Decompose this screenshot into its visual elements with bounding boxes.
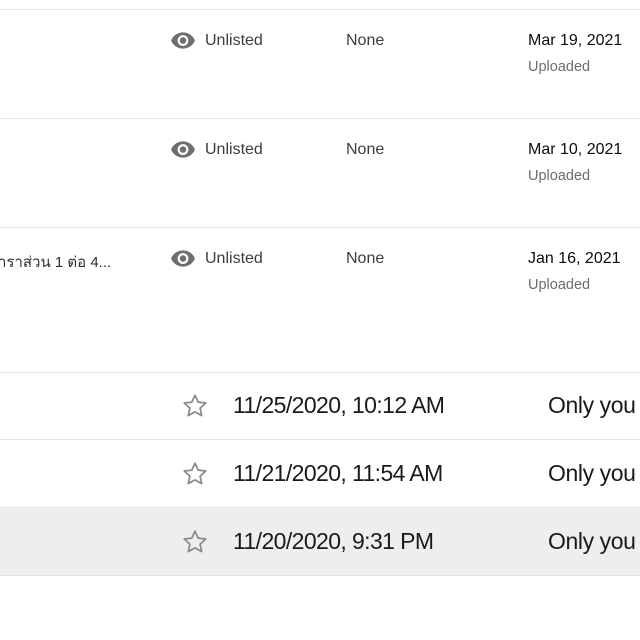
modified-time: 11/25/2020, 10:12 AM bbox=[233, 392, 445, 418]
eye-icon[interactable] bbox=[170, 249, 196, 267]
upload-date: Mar 19, 2021 bbox=[528, 32, 623, 49]
video-row[interactable]: Unlisted None Mar 19, 2021 Uploaded bbox=[0, 10, 640, 119]
visibility-label[interactable]: Unlisted bbox=[205, 250, 263, 268]
divider bbox=[0, 372, 640, 373]
star-icon[interactable] bbox=[181, 460, 209, 488]
restrictions-value: None bbox=[346, 141, 385, 158]
file-row[interactable]: 11/21/2020, 11:54 AM Only you bbox=[0, 440, 640, 508]
date-status: Uploaded bbox=[528, 59, 591, 75]
modified-time: 11/20/2020, 9:31 PM bbox=[233, 528, 434, 554]
file-row[interactable]: 11/25/2020, 10:12 AM Only you bbox=[0, 372, 640, 440]
upload-date: Jan 16, 2021 bbox=[528, 250, 621, 267]
star-icon[interactable] bbox=[181, 528, 209, 556]
sharing-status: Only you bbox=[548, 392, 636, 418]
video-row[interactable]: Unlisted None Mar 10, 2021 Uploaded bbox=[0, 119, 640, 228]
upload-date: Mar 10, 2021 bbox=[528, 141, 623, 158]
sharing-status: Only you bbox=[548, 528, 636, 554]
file-list: 11/25/2020, 10:12 AM Only you 11/21/2020… bbox=[0, 372, 640, 640]
video-row[interactable]: าราส่วน 1 ต่อ 4... Unlisted None Jan 16,… bbox=[0, 228, 640, 372]
date-status: Uploaded bbox=[528, 277, 591, 293]
video-list: Unlisted None Mar 19, 2021 Uploaded Unli… bbox=[0, 0, 640, 372]
restrictions-value: None bbox=[346, 250, 385, 267]
visibility-label[interactable]: Unlisted bbox=[205, 141, 263, 159]
file-row-selected[interactable]: 11/20/2020, 9:31 PM Only you bbox=[0, 508, 640, 576]
modified-time: 11/21/2020, 11:54 AM bbox=[233, 460, 443, 486]
eye-icon[interactable] bbox=[170, 140, 196, 158]
star-icon[interactable] bbox=[181, 392, 209, 420]
date-status: Uploaded bbox=[528, 168, 591, 184]
sharing-status: Only you bbox=[548, 460, 636, 486]
restrictions-value: None bbox=[346, 32, 385, 49]
video-title[interactable]: าราส่วน 1 ต่อ 4... bbox=[0, 250, 111, 274]
divider bbox=[0, 575, 640, 576]
eye-icon[interactable] bbox=[170, 31, 196, 49]
visibility-label[interactable]: Unlisted bbox=[205, 32, 263, 50]
